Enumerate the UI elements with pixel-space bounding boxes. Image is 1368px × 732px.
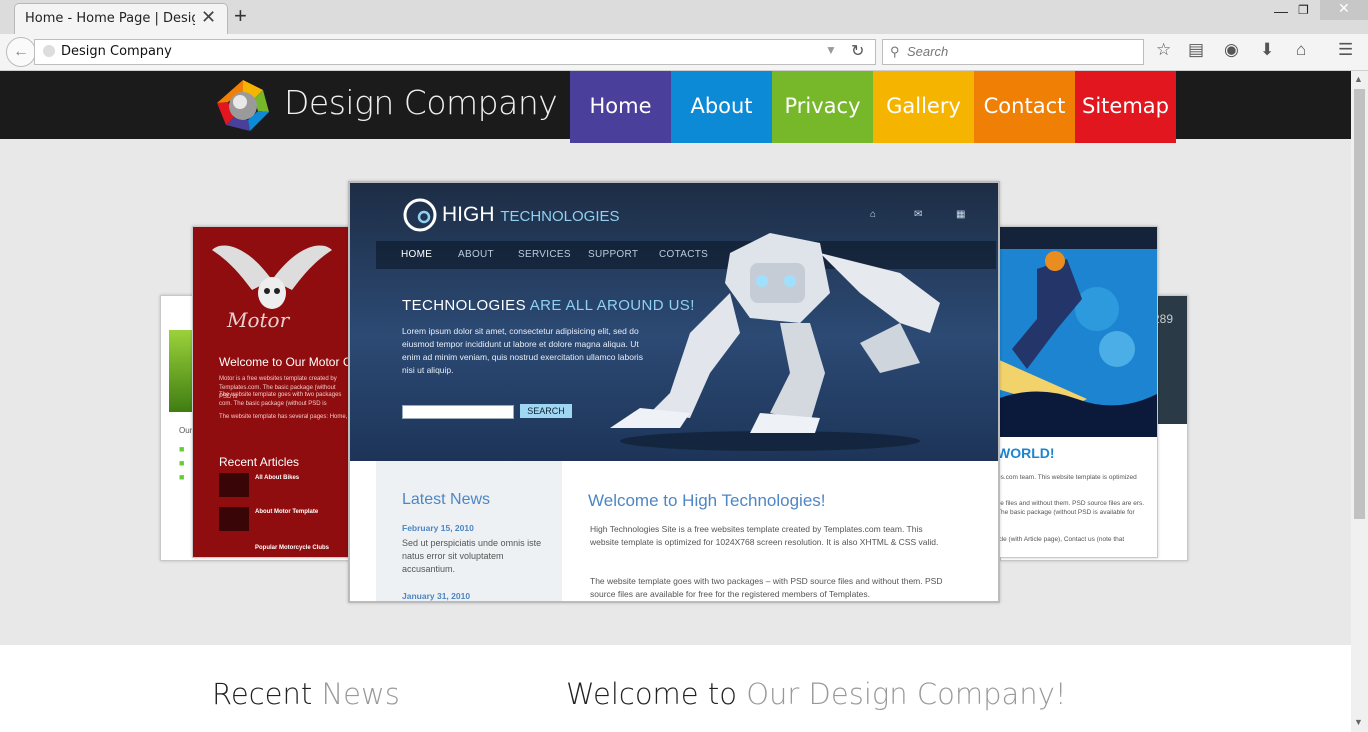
article-thumbnail	[219, 507, 249, 531]
reading-list-icon[interactable]: ▤	[1188, 40, 1204, 60]
snow-text-2: ce files and without them. PSD source fi…	[997, 500, 1145, 516]
ht-welcome-heading: Welcome to High Technologies!	[588, 491, 826, 510]
home-icon[interactable]: ⌂	[1296, 40, 1306, 60]
welcome-heading-part-2: Our Design Company!	[746, 677, 1067, 711]
window-close-button[interactable]: ✕	[1320, 0, 1368, 20]
ht-nav-item: ABOUT	[458, 249, 494, 260]
snow-text-1: es.com team. This website template is op…	[997, 474, 1137, 481]
motor-welcome-title: Welcome to Our Motor Club	[219, 355, 354, 369]
content-section: Recent News Welcome to Our Design Compan…	[0, 645, 1351, 732]
ht-news-date-2: January 31, 2010	[402, 591, 471, 601]
search-icon: ⚲	[890, 44, 900, 59]
motor-article-1: All About Bikes	[255, 475, 300, 481]
address-text: Design Company	[61, 44, 172, 59]
bullet-icon: ■	[179, 458, 185, 468]
motor-article-2: About Motor Template	[255, 509, 319, 515]
site-header: Design Company Home About Privacy Galler…	[0, 71, 1351, 143]
motor-recent-articles: Recent Articles	[219, 455, 300, 469]
recent-news-heading: Recent News	[212, 677, 400, 711]
address-bar[interactable]: Design Company ▼ ↻	[34, 39, 876, 65]
snowboard-banner	[997, 227, 1157, 437]
scroll-down-icon[interactable]: ▼	[1354, 717, 1363, 727]
welcome-heading-part-1: Welcome to	[566, 677, 737, 711]
nav-about-label: About	[690, 94, 753, 118]
search-input[interactable]: ⚲ Search	[882, 39, 1144, 65]
ht-nav-item: SERVICES	[518, 249, 571, 260]
bookmark-star-icon[interactable]: ☆	[1156, 40, 1171, 60]
page-scrollbar[interactable]: ▲ ▼	[1351, 71, 1368, 732]
ht-header: HIGH TECHNOLOGIES ⌂ ✉ ▦ HOME ABOUT SERVI…	[350, 183, 998, 461]
new-tab-button[interactable]: +	[234, 3, 247, 29]
snowboard-topbar	[997, 227, 1157, 249]
ht-logo-icon	[403, 198, 437, 232]
ht-logo-main: HIGH	[442, 203, 495, 226]
snowboarder-icon	[997, 251, 1157, 437]
ht-paragraph-1: High Technologies Site is a free website…	[590, 524, 939, 547]
nav-home-label: Home	[589, 94, 652, 118]
nav-gallery[interactable]: Gallery	[873, 71, 974, 143]
article-thumbnail	[219, 473, 249, 497]
winged-skull-icon: Motor	[212, 245, 332, 332]
site-identity-icon[interactable]	[43, 45, 55, 57]
svg-text:Motor: Motor	[226, 308, 291, 332]
ht-nav-item: HOME	[401, 249, 433, 260]
downloads-icon[interactable]: ⬇	[1260, 40, 1274, 60]
search-placeholder: Search	[907, 44, 949, 59]
nav-about[interactable]: About	[671, 71, 772, 143]
nav-contact-label: Contact	[983, 94, 1066, 118]
minimize-icon[interactable]: —	[1274, 3, 1288, 19]
bullet-icon: ■	[179, 444, 185, 454]
menu-icon[interactable]: ☰	[1338, 40, 1353, 60]
slide-high-technologies[interactable]: HIGH TECHNOLOGIES ⌂ ✉ ▦ HOME ABOUT SERVI…	[348, 181, 1000, 603]
restore-icon[interactable]: ❐	[1298, 3, 1309, 17]
snow-world-heading: WORLD!	[997, 445, 1055, 461]
browser-tab[interactable]: Home - Home Page | Design ... ✕	[14, 3, 228, 34]
ht-tagline-main: TECHNOLOGIES	[402, 297, 526, 314]
scrollbar-thumb[interactable]	[1354, 89, 1365, 519]
nav-gallery-label: Gallery	[886, 94, 961, 118]
back-arrow-icon: ←	[13, 43, 29, 60]
ht-body: Latest News February 15, 2010 Sed ut per…	[350, 461, 998, 601]
recent-news-word-2: News	[321, 677, 400, 711]
bullet-icon: ■	[179, 472, 185, 482]
ht-paragraph-2: The website template goes with two packa…	[590, 576, 943, 599]
ht-news-date-1: February 15, 2010	[402, 523, 474, 533]
recent-news-word-1: Recent	[212, 677, 313, 711]
company-logo-icon[interactable]	[214, 77, 272, 135]
nav-privacy-label: Privacy	[784, 94, 861, 118]
close-tab-icon[interactable]: ✕	[201, 7, 216, 28]
ht-search-button: SEARCH	[520, 404, 572, 418]
slide-snowboard[interactable]: WORLD! es.com team. This website templat…	[996, 226, 1158, 558]
ht-logo-text: HIGH TECHNOLOGIES	[442, 203, 620, 227]
motor-text-3: The website template has several pages: …	[219, 414, 348, 420]
back-button[interactable]: ←	[6, 37, 36, 67]
history-dropdown-icon[interactable]: ▼	[825, 43, 837, 57]
slide-motor-club[interactable]: Motor Welcome to Our Motor Club Motor is…	[192, 226, 354, 558]
nav-sitemap[interactable]: Sitemap	[1075, 71, 1176, 143]
partial-text: Our	[179, 426, 193, 435]
ht-sidebar: Latest News February 15, 2010 Sed ut per…	[376, 461, 562, 601]
snow-text-3: icle (with Article page), Contact us (no…	[997, 536, 1125, 543]
tab-title: Home - Home Page | Design ...	[25, 11, 195, 26]
ht-search-input	[402, 405, 514, 419]
nav-home[interactable]: Home	[570, 71, 671, 143]
window-close-icon: ✕	[1338, 0, 1350, 16]
motor-text-2: The website template goes with two packa…	[219, 392, 342, 407]
nav-contact[interactable]: Contact	[974, 71, 1075, 143]
tab-bar: Home - Home Page | Design ... ✕ + — ❐ ✕	[0, 0, 1368, 34]
motor-article-3: Popular Motorcycle Clubs	[255, 545, 330, 551]
pocket-icon[interactable]: ◉	[1224, 40, 1239, 60]
brand-name[interactable]: Design Company	[284, 83, 558, 122]
robot-illustration-icon	[610, 233, 940, 451]
ht-latest-news: Latest News	[402, 491, 491, 508]
ht-news-text: Sed ut perspiciatis unde omnis iste natu…	[402, 538, 542, 574]
web-page: Design Company Home About Privacy Galler…	[0, 71, 1351, 732]
scroll-up-icon[interactable]: ▲	[1354, 74, 1363, 84]
nav-sitemap-label: Sitemap	[1082, 94, 1169, 118]
welcome-heading: Welcome to Our Design Company!	[566, 677, 1066, 711]
reload-icon[interactable]: ↻	[851, 41, 864, 61]
nav-privacy[interactable]: Privacy	[772, 71, 873, 143]
